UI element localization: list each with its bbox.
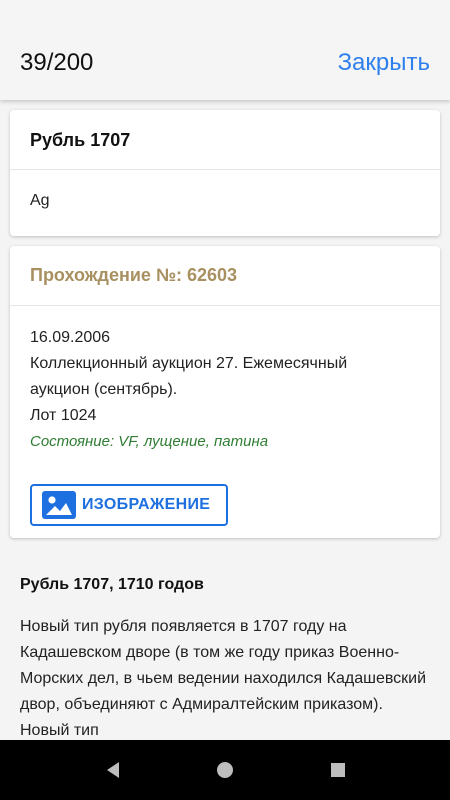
passage-details: 16.09.2006 Коллекционный аукцион 27. Еже… xyxy=(10,306,440,455)
scroll-content[interactable]: Рубль 1707 Ag Прохождение №: 62603 16.09… xyxy=(0,100,450,740)
auction-name-line1: Коллекционный аукцион 27. Ежемесячный xyxy=(30,355,348,372)
screen: 39/200 Закрыть Рубль 1707 Ag Прохождение… xyxy=(0,0,450,800)
home-circle-icon[interactable] xyxy=(215,760,235,780)
item-counter: 39/200 xyxy=(20,49,94,76)
lot-number: Лот 1024 xyxy=(30,407,97,424)
coin-metal: Ag xyxy=(30,192,50,209)
passage-title: Прохождение №: 62603 xyxy=(10,246,440,306)
condition-text: Состояние: VF, лущение, патина xyxy=(30,433,269,450)
image-button-label: ИЗОБРАЖЕНИЕ xyxy=(82,496,211,513)
top-bar: 39/200 Закрыть xyxy=(0,0,450,100)
recents-square-icon[interactable] xyxy=(328,760,348,780)
image-button[interactable]: ИЗОБРАЖЕНИЕ xyxy=(30,484,228,526)
coin-card: Рубль 1707 Ag xyxy=(10,110,440,236)
back-triangle-icon[interactable] xyxy=(103,760,123,780)
passage-card: Прохождение №: 62603 16.09.2006 Коллекци… xyxy=(10,246,440,538)
coin-title: Рубль 1707 xyxy=(10,110,440,170)
article: Рубль 1707, 1710 годов Новый тип рубля п… xyxy=(20,576,432,740)
passage-date: 16.09.2006 xyxy=(30,329,111,346)
image-icon xyxy=(42,491,76,519)
system-nav-bar xyxy=(0,740,450,800)
close-button[interactable]: Закрыть xyxy=(338,49,430,77)
article-title: Рубль 1707, 1710 годов xyxy=(20,576,204,593)
auction-name-line2: аукцион (сентябрь). xyxy=(30,381,178,398)
article-text: Новый тип рубля появляется в 1707 году н… xyxy=(20,618,427,739)
